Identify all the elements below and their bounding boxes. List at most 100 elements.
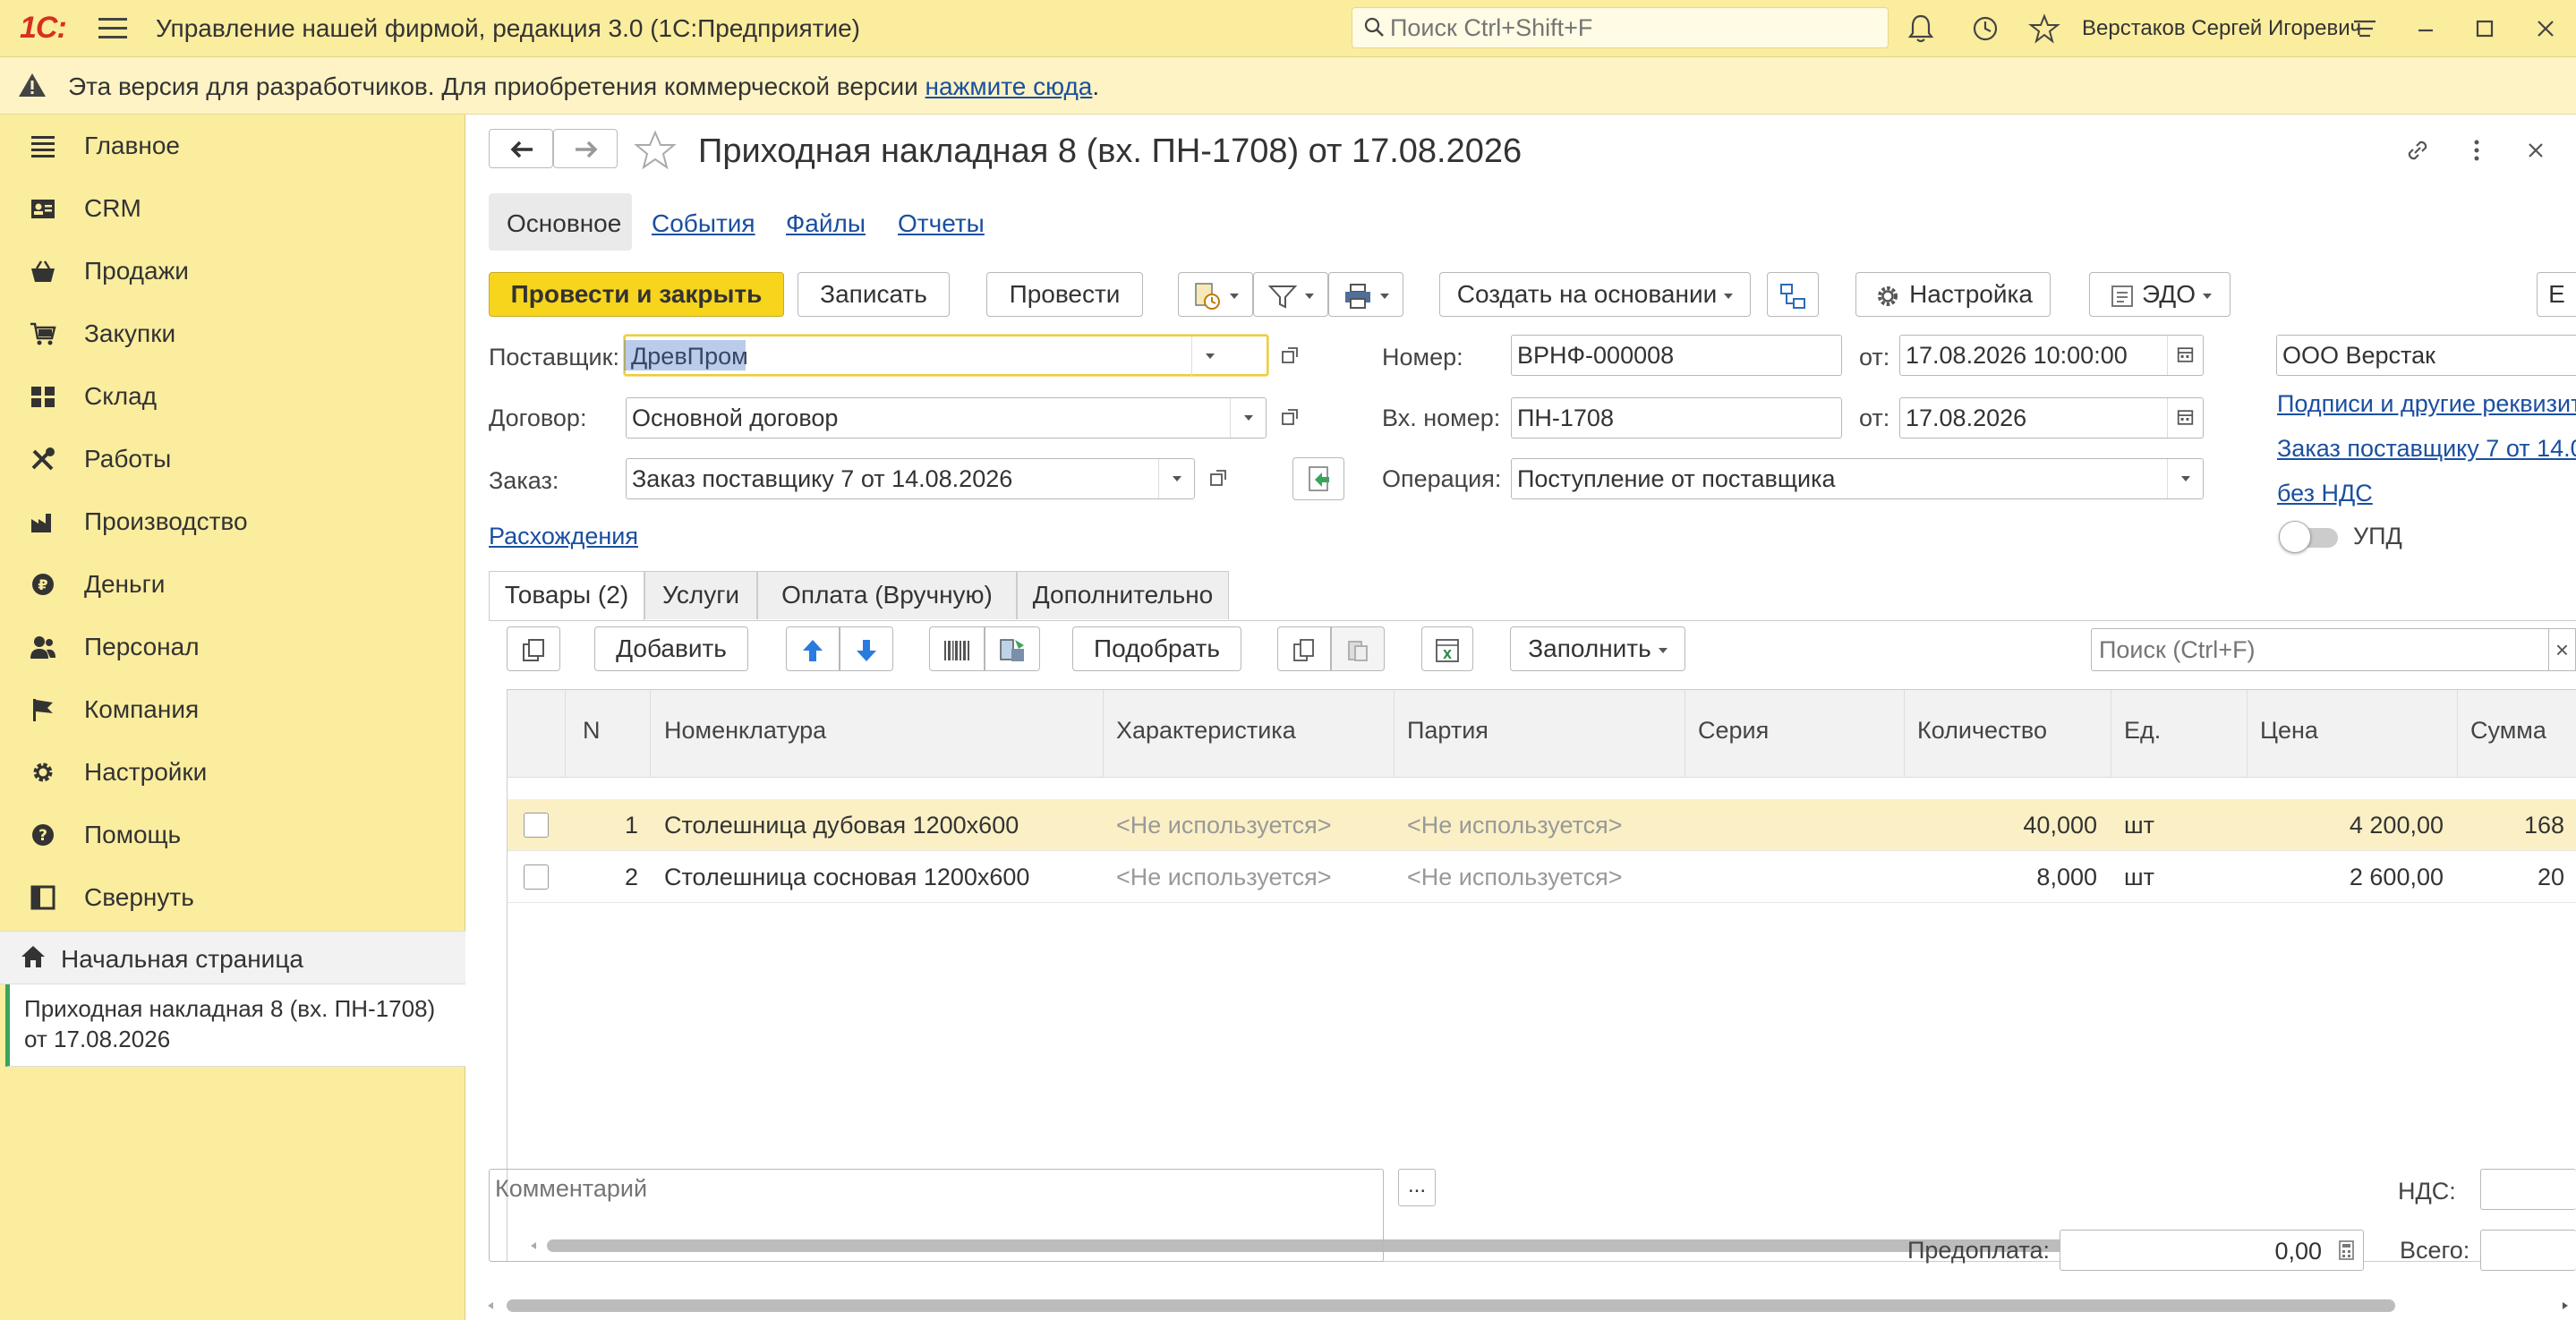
open-contract-icon[interactable]	[1272, 397, 1308, 439]
row-price[interactable]: 2 600,00	[2247, 864, 2444, 891]
sidebar-item-settings[interactable]: Настройки	[0, 741, 465, 804]
order-dropdown[interactable]	[1158, 459, 1194, 498]
bell-icon[interactable]	[1905, 13, 1937, 45]
company-input[interactable]	[2282, 342, 2569, 369]
minimize-icon[interactable]	[2410, 13, 2442, 45]
sidebar-item-money[interactable]: ₽ Деньги	[0, 553, 465, 616]
number-input[interactable]	[1517, 342, 1836, 369]
in-date-field[interactable]	[1899, 397, 2204, 439]
row-batch[interactable]: <Не используется>	[1407, 812, 1623, 839]
column-header-characteristic[interactable]: Характеристика	[1116, 717, 1296, 745]
form-horizontal-scrollbar[interactable]	[484, 1298, 2576, 1314]
row-unit[interactable]: шт	[2124, 864, 2154, 891]
row-sum[interactable]: 20	[2457, 864, 2564, 891]
pick-button[interactable]: Подобрать	[1072, 626, 1241, 671]
table-row[interactable]: 1 Столешница дубовая 1200х600 <Не исполь…	[508, 799, 2576, 851]
sidebar-item-sales[interactable]: Продажи	[0, 240, 465, 302]
more-vertical-icon[interactable]	[2461, 134, 2493, 166]
global-search-input[interactable]	[1390, 13, 1873, 42]
main-menu-icon[interactable]	[98, 18, 127, 39]
fill-from-order-button[interactable]	[1292, 457, 1344, 500]
calendar-icon[interactable]	[2167, 398, 2203, 438]
operation-input[interactable]	[1517, 465, 2144, 492]
tab-files[interactable]: Файлы	[786, 209, 866, 238]
row-nomenclature[interactable]: Столешница сосновая 1200х600	[664, 864, 1029, 891]
post-button[interactable]: Провести	[986, 272, 1143, 317]
vat-link[interactable]: без НДС	[2277, 480, 2373, 507]
edo-menu-button[interactable]: ЭДО	[2089, 272, 2231, 317]
sidebar-item-purchases[interactable]: Закупки	[0, 302, 465, 365]
column-header-price[interactable]: Цена	[2260, 717, 2318, 745]
user-name[interactable]: Верстаков Сергей Игоревич	[2082, 16, 2361, 41]
move-down-button[interactable]	[840, 626, 893, 671]
structure-button[interactable]	[1767, 272, 1819, 317]
documents-menu-button[interactable]	[1178, 272, 1253, 317]
row-sum[interactable]: 168	[2457, 812, 2564, 839]
row-quantity[interactable]: 40,000	[1904, 812, 2097, 839]
form-scroll-thumb[interactable]	[507, 1299, 2395, 1312]
excel-export-button[interactable]: X	[1421, 626, 1473, 671]
scanner-button[interactable]	[985, 626, 1040, 671]
column-header-nomenclature[interactable]: Номенклатура	[664, 717, 826, 745]
tab-payment[interactable]: Оплата (Вручную)	[757, 571, 1017, 619]
more-actions-button[interactable]: Е	[2537, 272, 2576, 317]
close-icon[interactable]	[2520, 134, 2552, 166]
sidebar-item-company[interactable]: Компания	[0, 678, 465, 741]
barcode-button[interactable]	[929, 626, 985, 671]
open-supplier-icon[interactable]	[1272, 336, 1308, 377]
contract-dropdown[interactable]	[1230, 398, 1266, 438]
history-icon[interactable]	[1969, 13, 2001, 45]
print-menu-button[interactable]	[1328, 272, 1403, 317]
date-field[interactable]	[1899, 335, 2204, 376]
move-up-button[interactable]	[786, 626, 840, 671]
open-order-icon[interactable]	[1200, 458, 1236, 499]
tab-goods[interactable]: Товары (2)	[489, 571, 644, 621]
sidebar-item-works[interactable]: Работы	[0, 428, 465, 490]
column-header-series[interactable]: Серия	[1698, 717, 1769, 745]
operation-field[interactable]	[1511, 458, 2204, 499]
tab-events[interactable]: События	[652, 209, 755, 238]
order-field[interactable]	[626, 458, 1195, 499]
paste-clipboard-button[interactable]	[1331, 626, 1385, 671]
in-number-field[interactable]	[1511, 397, 1842, 439]
sidebar-item-production[interactable]: Производство	[0, 490, 465, 553]
tab-main[interactable]: Основное	[489, 193, 632, 251]
column-header-sum[interactable]: Сумма	[2470, 717, 2546, 745]
column-header-unit[interactable]: Ед.	[2124, 717, 2161, 745]
copy-clipboard-button[interactable]	[1277, 626, 1331, 671]
calendar-icon[interactable]	[2167, 336, 2203, 375]
in-number-input[interactable]	[1517, 405, 1836, 431]
operation-dropdown[interactable]	[2167, 459, 2203, 498]
add-row-button[interactable]: Добавить	[594, 626, 748, 671]
supplier-dropdown[interactable]	[1191, 336, 1227, 376]
comment-input[interactable]	[495, 1175, 1372, 1254]
supplier-field[interactable]	[624, 335, 1268, 376]
home-page-link[interactable]: Начальная страница	[0, 931, 465, 984]
sidebar-item-main[interactable]: Главное	[0, 115, 465, 177]
table-row[interactable]: 2 Столешница сосновая 1200х600 <Не испол…	[508, 851, 2576, 903]
supplier-input[interactable]	[631, 343, 1204, 370]
order-link[interactable]: Заказ поставщику 7 от 14.08.2026	[2277, 435, 2576, 463]
scroll-right-icon[interactable]	[2559, 1299, 2572, 1312]
buy-link[interactable]: нажмите сюда	[925, 72, 1093, 100]
row-characteristic[interactable]: <Не используется>	[1116, 864, 1332, 891]
maximize-icon[interactable]	[2469, 13, 2501, 45]
table-search-input[interactable]	[2099, 636, 2493, 663]
sidebar-item-crm[interactable]: CRM	[0, 177, 465, 240]
sidebar-item-staff[interactable]: Персонал	[0, 616, 465, 678]
in-date-input[interactable]	[1906, 405, 2156, 431]
contract-input[interactable]	[632, 405, 1196, 431]
row-price[interactable]: 4 200,00	[2247, 812, 2444, 839]
fill-menu-button[interactable]: Заполнить	[1510, 626, 1685, 671]
contract-field[interactable]	[626, 397, 1267, 439]
save-button[interactable]: Записать	[798, 272, 950, 317]
column-header-n[interactable]: N	[583, 717, 601, 745]
row-checkbox[interactable]	[524, 864, 549, 890]
tab-additional[interactable]: Дополнительно	[1017, 571, 1229, 619]
settings-button[interactable]: Настройка	[1855, 272, 2051, 317]
favorites-star-icon[interactable]	[2028, 13, 2060, 45]
comment-field[interactable]	[489, 1169, 1384, 1262]
filter-menu-button[interactable]	[1253, 272, 1328, 317]
comment-expand-button[interactable]: ...	[1398, 1169, 1436, 1206]
table-search[interactable]	[2091, 628, 2549, 671]
